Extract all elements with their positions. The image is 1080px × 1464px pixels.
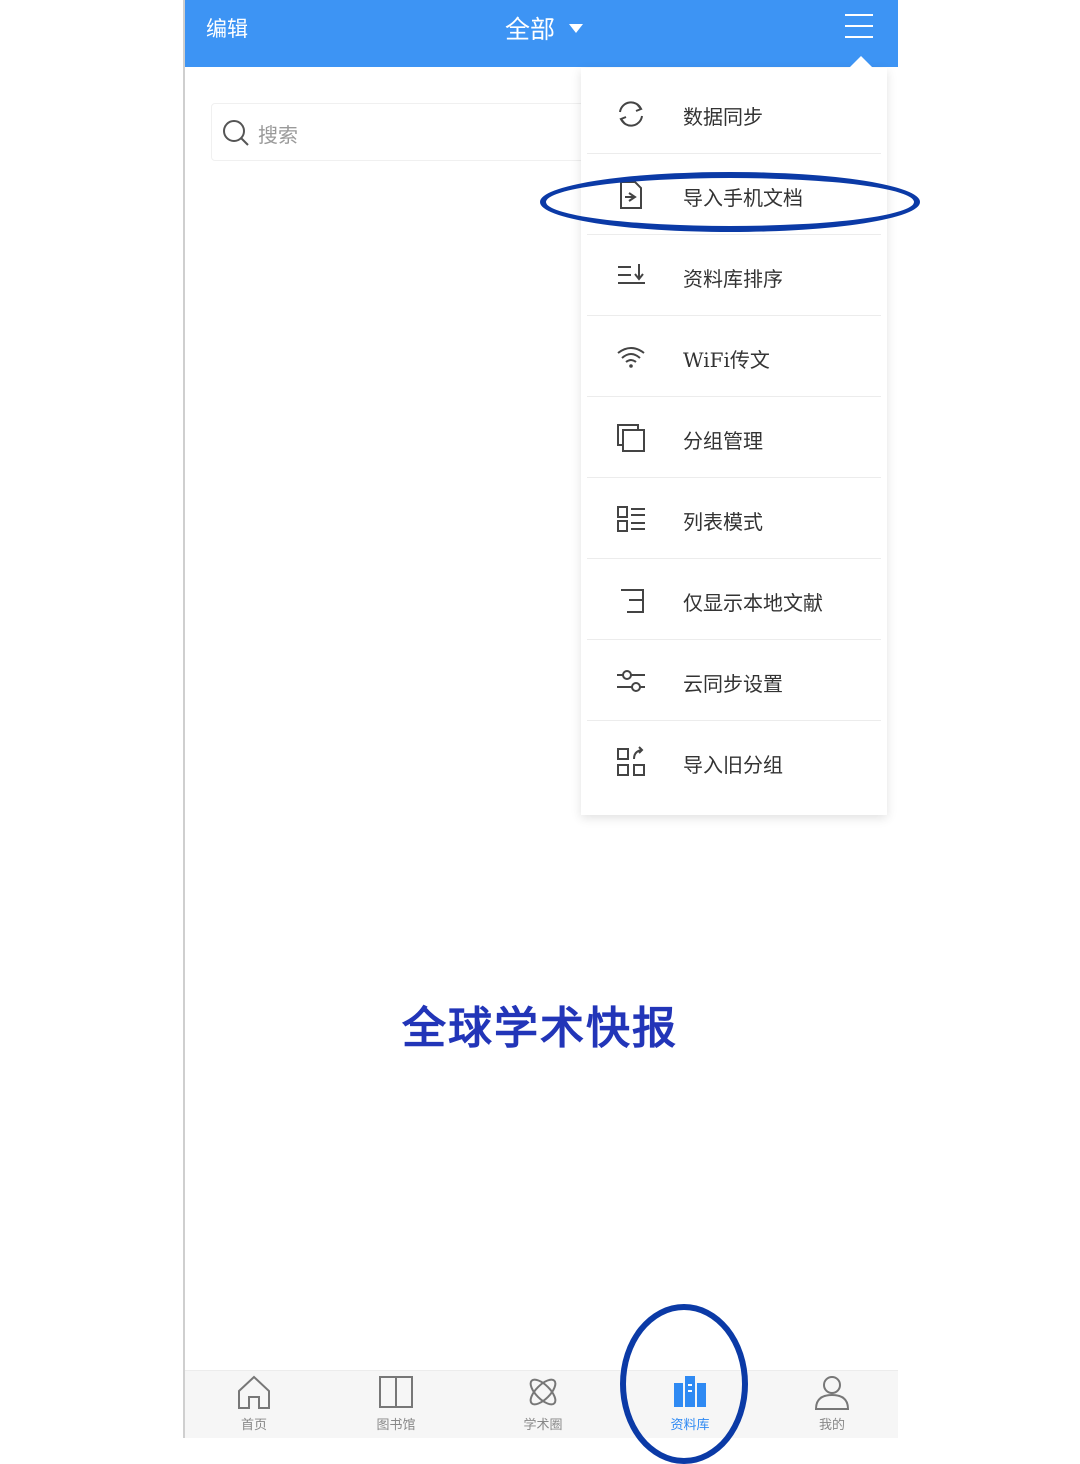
search-placeholder: 搜索 xyxy=(258,123,298,147)
settings-sliders-icon xyxy=(617,670,645,692)
menu-item-import-old-groups[interactable]: 导入旧分组 xyxy=(581,721,887,802)
filter-dropdown[interactable]: 全部 xyxy=(505,10,584,46)
overlay-headline: 全球学术快报 xyxy=(402,1003,678,1054)
dropdown-pointer xyxy=(849,56,873,68)
tab-label: 我的 xyxy=(818,1418,845,1433)
tab-academic-circle[interactable]: 学术圈 xyxy=(493,1371,593,1438)
menu-item-label: 仅显示本地文献 xyxy=(683,591,823,615)
caret-down-icon xyxy=(569,23,584,33)
menu-item-group-management[interactable]: 分组管理 xyxy=(581,397,887,478)
bottom-tab-bar: 首页 图书馆 学术圈 资料库 我的 xyxy=(185,1370,898,1438)
tab-mine[interactable]: 我的 xyxy=(782,1371,882,1438)
menu-item-label: 导入旧分组 xyxy=(683,753,783,777)
tab-library[interactable]: 图书馆 xyxy=(346,1371,446,1438)
menu-item-label: 列表模式 xyxy=(683,510,763,534)
menu-item-wifi-transfer[interactable]: WiFi传文 xyxy=(581,316,887,397)
menu-item-cloud-sync-settings[interactable]: 云同步设置 xyxy=(581,640,887,721)
filter-label: 全部 xyxy=(505,15,556,44)
sync-icon xyxy=(619,101,643,127)
menu-item-label: 分组管理 xyxy=(683,429,763,453)
menu-item-list-mode[interactable]: 列表模式 xyxy=(581,478,887,559)
menu-item-library-sort[interactable]: 资料库排序 xyxy=(581,235,887,316)
menu-item-label: 数据同步 xyxy=(683,105,763,129)
home-icon xyxy=(238,1375,270,1409)
top-bar: 编辑 全部 xyxy=(185,0,898,67)
user-icon xyxy=(814,1376,850,1410)
menu-item-label: 云同步设置 xyxy=(683,672,783,696)
tab-home[interactable]: 首页 xyxy=(204,1371,304,1438)
import-group-icon xyxy=(617,746,645,776)
menu-item-label: WiFi传文 xyxy=(683,348,770,372)
hamburger-menu-icon[interactable] xyxy=(845,14,873,40)
menu-item-label: 资料库排序 xyxy=(683,267,783,291)
list-mode-icon xyxy=(617,506,645,532)
book-icon xyxy=(379,1376,413,1408)
atom-icon xyxy=(529,1378,557,1406)
menu-item-local-only[interactable]: 仅显示本地文献 xyxy=(581,559,887,640)
sort-icon xyxy=(618,264,645,284)
annotation-oval-library-tab xyxy=(620,1304,748,1464)
wifi-icon xyxy=(617,347,645,368)
search-input[interactable]: 搜索 xyxy=(211,103,593,161)
menu-item-data-sync[interactable]: 数据同步 xyxy=(581,73,887,154)
group-icon xyxy=(617,424,645,452)
tab-label: 图书馆 xyxy=(376,1418,416,1433)
local-only-icon xyxy=(621,589,644,613)
annotation-oval-import xyxy=(540,172,920,232)
tab-label: 首页 xyxy=(240,1418,267,1433)
edit-button[interactable]: 编辑 xyxy=(206,13,248,43)
search-icon xyxy=(223,120,249,146)
tab-label: 学术圈 xyxy=(523,1418,563,1433)
